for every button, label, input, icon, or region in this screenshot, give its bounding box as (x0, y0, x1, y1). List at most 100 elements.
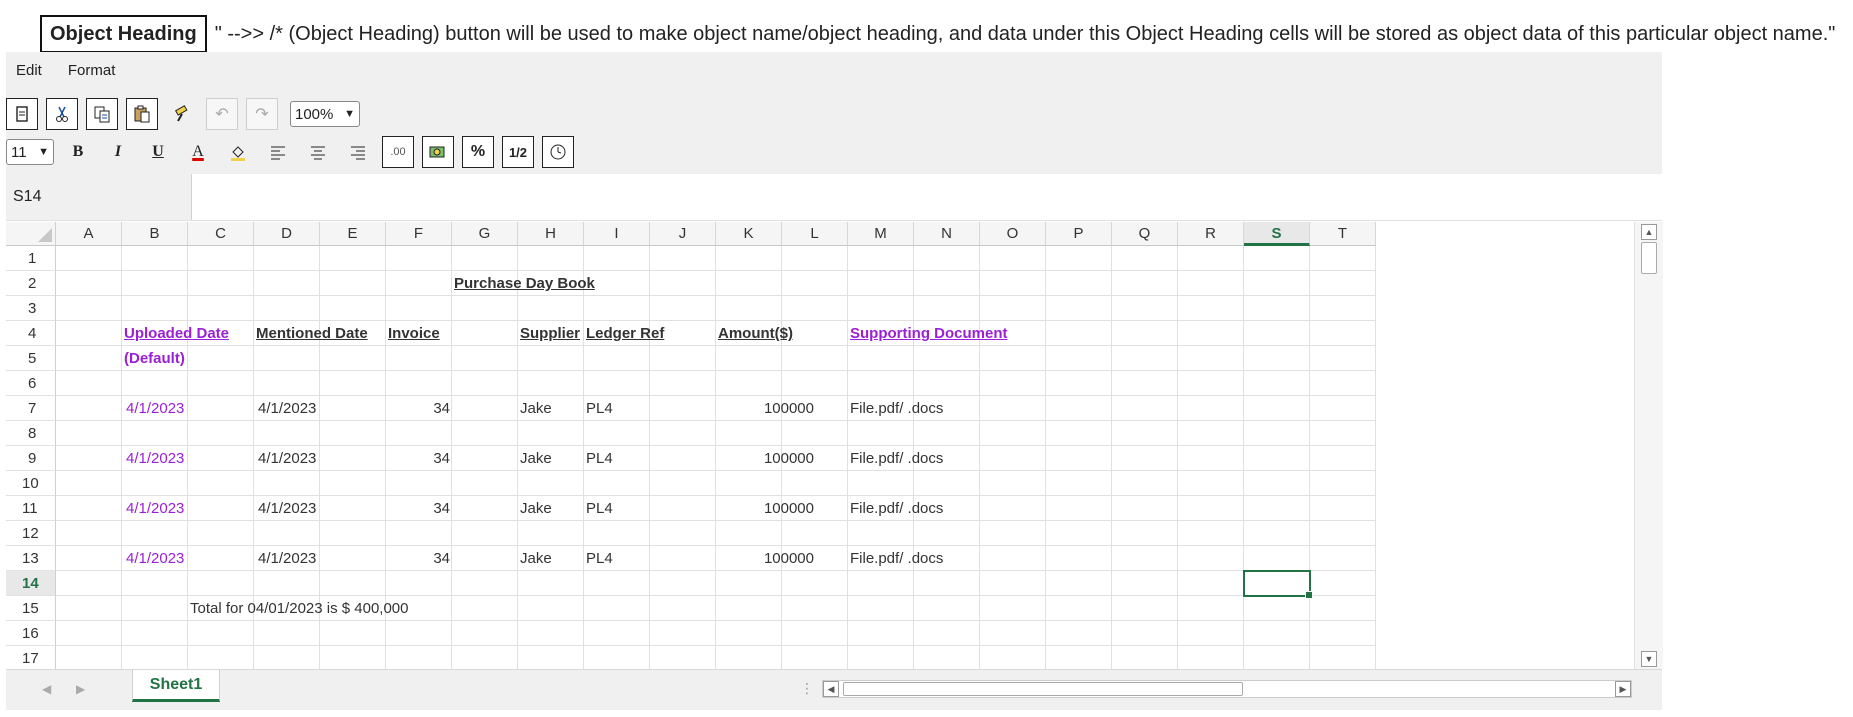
cell[interactable] (452, 471, 518, 496)
cell[interactable] (980, 446, 1046, 471)
cell[interactable] (650, 646, 716, 669)
cell[interactable] (848, 471, 914, 496)
cell[interactable] (1244, 496, 1310, 521)
cell[interactable] (1178, 496, 1244, 521)
cell[interactable] (1310, 571, 1376, 596)
menu-format[interactable]: Format (60, 62, 124, 79)
cell[interactable] (650, 471, 716, 496)
cell[interactable] (452, 421, 518, 446)
cell[interactable] (1112, 346, 1178, 371)
cell[interactable] (1310, 446, 1376, 471)
cell[interactable] (650, 296, 716, 321)
cell[interactable] (1244, 621, 1310, 646)
cell[interactable] (1178, 421, 1244, 446)
cell[interactable] (122, 246, 188, 271)
cell[interactable] (56, 596, 122, 621)
cell[interactable] (452, 496, 518, 521)
cell[interactable] (584, 646, 650, 669)
cell[interactable] (1178, 471, 1244, 496)
cell[interactable] (122, 271, 188, 296)
cell[interactable] (584, 296, 650, 321)
cell[interactable] (452, 521, 518, 546)
select-all-corner[interactable] (6, 222, 56, 246)
cell[interactable] (1112, 396, 1178, 421)
cell[interactable] (452, 446, 518, 471)
cell[interactable] (518, 596, 584, 621)
cell[interactable] (584, 246, 650, 271)
cell[interactable] (122, 646, 188, 669)
cell[interactable] (1046, 371, 1112, 396)
cell[interactable] (1244, 596, 1310, 621)
cell[interactable] (386, 571, 452, 596)
cell[interactable] (56, 621, 122, 646)
cell[interactable] (782, 621, 848, 646)
cell[interactable] (650, 271, 716, 296)
cell[interactable] (188, 446, 254, 471)
column-header-p[interactable]: P (1046, 222, 1112, 246)
cell[interactable] (1310, 371, 1376, 396)
cell[interactable] (914, 571, 980, 596)
cell[interactable] (188, 621, 254, 646)
currency-button[interactable] (422, 136, 454, 168)
cell[interactable] (650, 546, 716, 571)
cell[interactable] (848, 346, 914, 371)
cell[interactable] (1112, 371, 1178, 396)
cell[interactable] (1244, 396, 1310, 421)
cell[interactable] (1244, 271, 1310, 296)
cell[interactable] (1178, 346, 1244, 371)
cell[interactable] (320, 446, 386, 471)
cell[interactable] (188, 396, 254, 421)
cell[interactable] (386, 521, 452, 546)
cell[interactable] (1310, 646, 1376, 669)
cell[interactable] (56, 521, 122, 546)
cell[interactable] (980, 296, 1046, 321)
cell[interactable] (1244, 371, 1310, 396)
cell[interactable] (848, 596, 914, 621)
cell[interactable] (1244, 421, 1310, 446)
vertical-scrollbar[interactable]: ▲ ▼ (1634, 222, 1663, 669)
cell[interactable] (782, 296, 848, 321)
cell[interactable] (848, 271, 914, 296)
row-header-6[interactable]: 6 (6, 371, 56, 396)
cell[interactable] (386, 296, 452, 321)
cell[interactable] (1046, 296, 1112, 321)
column-header-j[interactable]: J (650, 222, 716, 246)
cell[interactable] (188, 496, 254, 521)
cell[interactable] (518, 621, 584, 646)
copy-button[interactable] (86, 98, 118, 130)
cell[interactable] (782, 571, 848, 596)
cell[interactable] (1178, 646, 1244, 669)
cell[interactable] (716, 521, 782, 546)
object-heading-button[interactable]: Object Heading (40, 15, 207, 53)
cell[interactable] (980, 596, 1046, 621)
cell[interactable] (1310, 421, 1376, 446)
cell[interactable] (56, 271, 122, 296)
cell[interactable] (320, 521, 386, 546)
cell[interactable] (122, 521, 188, 546)
align-right-button[interactable] (342, 136, 374, 168)
cell[interactable] (1244, 546, 1310, 571)
format-painter-button[interactable] (166, 98, 198, 130)
cell[interactable] (1046, 646, 1112, 669)
cell[interactable] (1310, 296, 1376, 321)
cell[interactable] (1244, 521, 1310, 546)
underline-button[interactable]: U (142, 136, 174, 168)
cell[interactable] (56, 246, 122, 271)
cell[interactable] (1046, 571, 1112, 596)
row-header-2[interactable]: 2 (6, 271, 56, 296)
cell[interactable] (1112, 496, 1178, 521)
cell[interactable] (650, 421, 716, 446)
cell[interactable] (848, 571, 914, 596)
cell[interactable] (1046, 321, 1112, 346)
percent-button[interactable]: % (462, 136, 494, 168)
cell[interactable] (188, 371, 254, 396)
cell[interactable] (320, 296, 386, 321)
cell[interactable] (1046, 471, 1112, 496)
cell[interactable] (254, 646, 320, 669)
new-sheet-button[interactable] (6, 98, 38, 130)
cell[interactable] (848, 421, 914, 446)
cell[interactable] (452, 596, 518, 621)
cell[interactable] (122, 471, 188, 496)
cell[interactable] (584, 571, 650, 596)
column-header-b[interactable]: B (122, 222, 188, 246)
